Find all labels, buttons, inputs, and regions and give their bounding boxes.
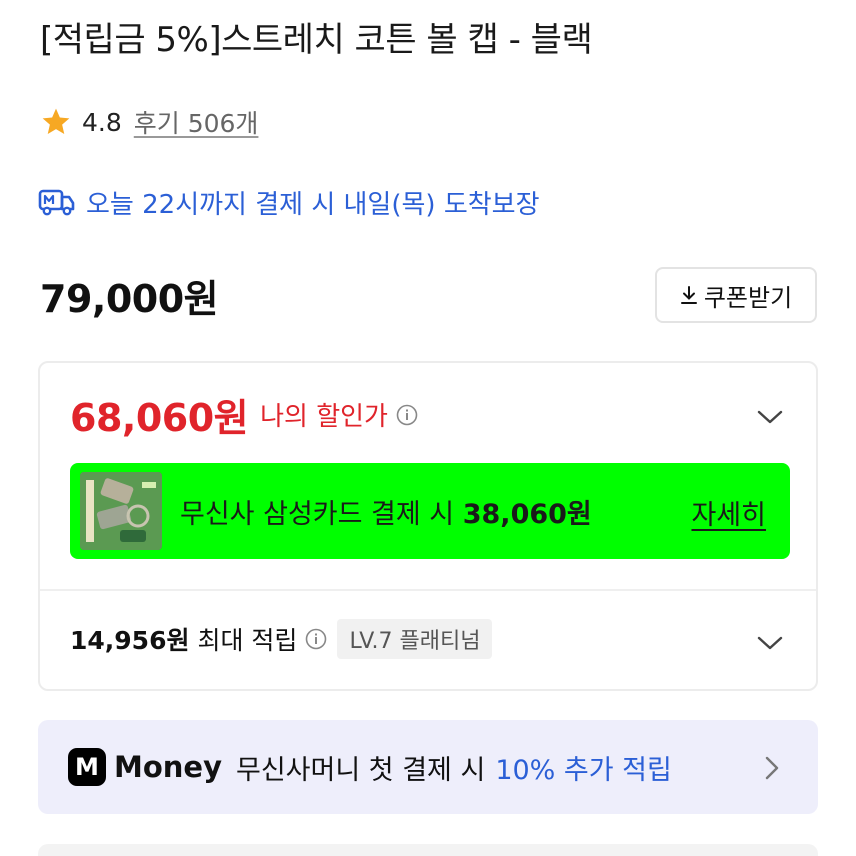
next-section-stub [38,844,818,856]
money-banner-accent: 10% 추가 적립 [495,754,672,786]
product-title: [적립금 5%]스트레치 코튼 볼 캡 - 블랙 [40,20,593,60]
original-price: 79,000원 [40,277,219,321]
money-logo-icon: M [68,748,106,786]
delivery-truck-icon [38,189,75,216]
member-level-badge: LV.7 플래티넘 [337,619,493,659]
musinsa-money-banner[interactable]: M Money 무신사머니 첫 결제 시 10% 추가 적립 [38,720,818,814]
review-count-link[interactable]: 후기 506개 [134,104,259,140]
discount-card: 68,060원 나의 할인가 무신사 삼성카드 결제 시 38,060원 자세히 [38,361,818,691]
sale-price-row: 68,060원 나의 할인가 [70,387,418,442]
points-info-icon[interactable] [305,628,327,650]
sale-price: 68,060원 [70,396,249,440]
star-icon [42,108,70,134]
points-row: 14,956원 최대 적립 LV.7 플래티넘 [70,619,493,659]
card-image-icon [80,472,162,550]
delivery-guarantee: 오늘 22시까지 결제 시 내일(목) 도착보장 [38,182,540,222]
coupon-download-button[interactable]: 쿠폰받기 [655,267,817,323]
download-icon [680,286,697,304]
delivery-text: 오늘 22시까지 결제 시 내일(목) 도착보장 [86,189,540,220]
promo-amount: 38,060원 [462,498,592,530]
promo-thumbnail [80,472,162,550]
promo-text: 무신사 삼성카드 결제 시 38,060원 [180,492,592,531]
info-icon[interactable] [396,404,418,426]
money-banner-text: 무신사머니 첫 결제 시 [236,754,486,786]
divider [40,589,816,591]
promo-text-prefix: 무신사 삼성카드 결제 시 [180,498,463,530]
points-amount: 14,956원 [70,626,190,655]
rating-row: 4.8 후기 506개 [40,104,258,140]
chevron-down-icon[interactable] [756,635,784,651]
promo-detail-link[interactable]: 자세히 [691,493,766,532]
coupon-button-label: 쿠폰받기 [703,283,793,312]
chevron-right-icon [765,756,779,780]
money-brand: Money [114,750,222,784]
points-label: 최대 적립 [197,626,298,655]
sale-price-label: 나의 할인가 [260,402,388,432]
chevron-down-icon[interactable] [756,409,784,425]
card-promo-banner[interactable]: 무신사 삼성카드 결제 시 38,060원 자세히 [70,463,790,559]
rating-value: 4.8 [82,107,122,137]
